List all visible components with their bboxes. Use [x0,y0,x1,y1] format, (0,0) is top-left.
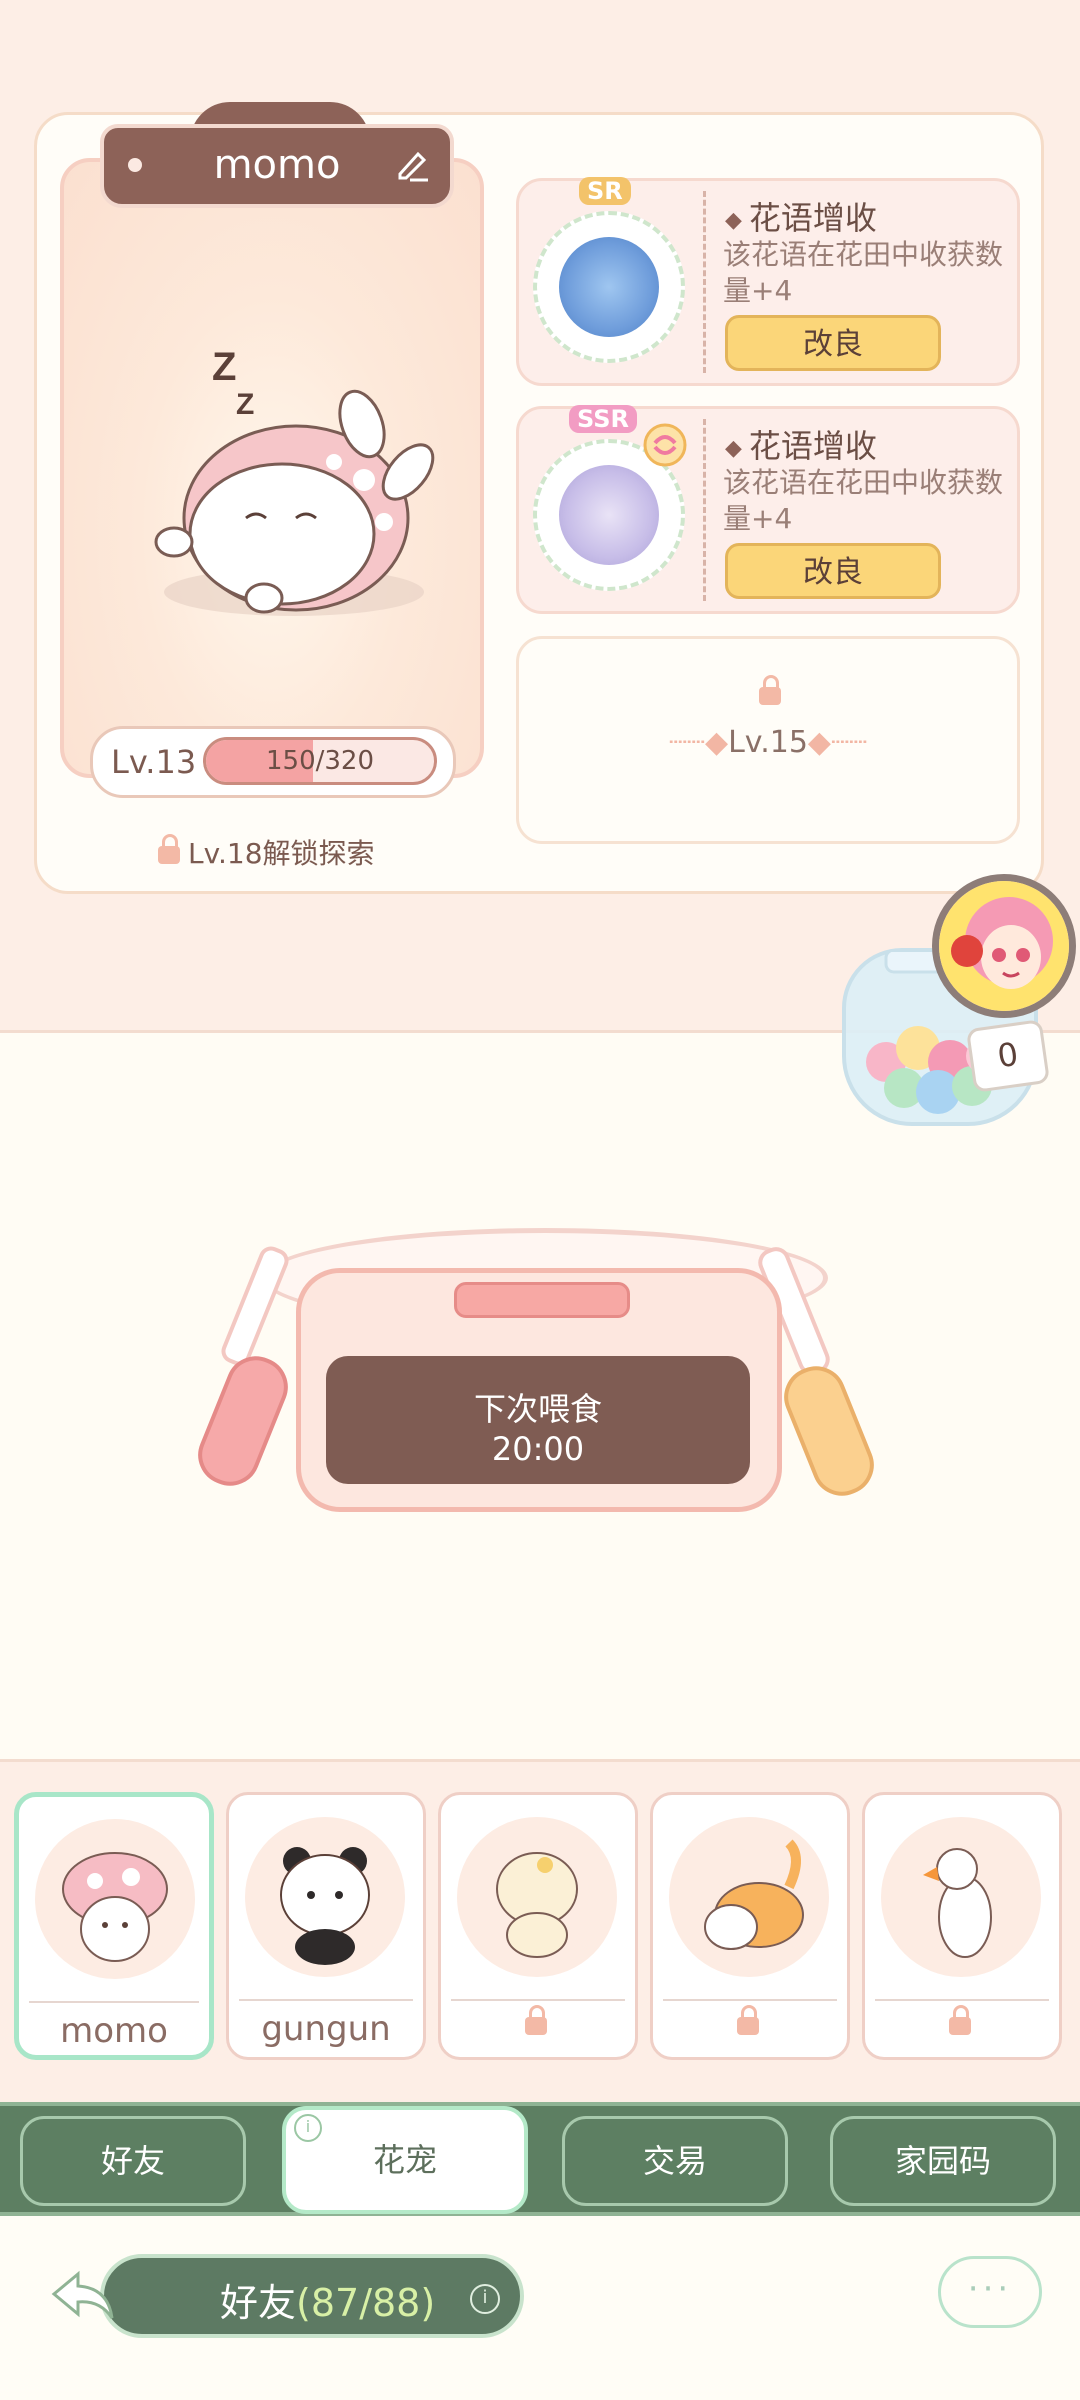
lock-icon [525,2005,547,2035]
friends-pill[interactable]: 好友(87/88) i [100,2254,524,2338]
improve-button[interactable]: 改良 [725,315,941,371]
skill-desc: 该花语在花田中收获数量+4 [723,466,1004,535]
xp-progress-track: 150/320 [203,737,437,785]
divider [703,191,706,373]
level-bar: Lv.13 150/320 [90,726,456,798]
ornament-left: ┈┈◆ [668,725,729,760]
skill-card-2: SSR 花语增收 该花语在花田中收获数量+4 改良 [516,405,1020,614]
tab-home-code[interactable]: 家园码 [830,2116,1056,2206]
slot-divider [451,1999,625,2001]
puppy-icon [496,1852,578,1958]
friends-text: 好友(87/88) [220,2272,435,2327]
name-plate: momo [100,124,454,208]
rarity-badge: SR [579,177,631,205]
next-feeding-label: 下次喂食 [473,1390,602,1428]
sleeping-pet-illustration: Z Z [154,345,435,616]
slot-divider [239,1999,413,2001]
pet-thumbnail [881,1817,1041,1977]
slot-divider [663,1999,837,2001]
lock-icon [949,2005,971,2035]
goose-icon [923,1848,992,1958]
pet-thumbnail [245,1817,405,1977]
info-icon[interactable]: i [294,2114,322,2142]
locked-skill-slot: ┈┈◆Lv.15◆┈┈ [516,636,1020,844]
svg-text:Z: Z [212,345,236,389]
tab-friends[interactable]: 好友 [20,2116,246,2206]
ornament-right: ◆┈┈ [807,725,868,760]
candy-count: 0 [965,1019,1051,1093]
tab-pets[interactable]: 花宠 i [282,2106,528,2214]
pet-level: Lv.13 [111,743,197,781]
explore-lock-hint: Lv.18解锁探索 [158,832,375,872]
mushroom-bunny-icon [62,1852,168,1962]
pet-thumbnail [457,1817,617,1977]
skill-card-1: SR 花语增收 该花语在花田中收获数量+4 改良 [516,177,1020,386]
more-options-button[interactable]: ··· [938,2256,1042,2328]
pet-slot-momo[interactable]: momo [14,1792,214,2060]
avatar-portrait-icon [939,881,1069,1011]
lock-icon [158,834,180,864]
hydrangea-icon [559,237,659,337]
feeding-panel: 下次喂食 20:00 [326,1356,750,1484]
player-avatar[interactable] [932,874,1076,1018]
skill-title: 花语增收 [725,421,877,467]
pet-thumbnail [35,1819,195,1979]
explore-lock-text: Lv.18解锁探索 [188,837,375,870]
back-arrow-icon[interactable] [48,2266,120,2326]
next-feeding-time: 20:00 [491,1430,585,1468]
locked-skill-level: ┈┈◆Lv.15◆┈┈ [519,725,1017,760]
xp-text: 150/320 [265,746,374,776]
pet-slot-gungun[interactable]: gungun [226,1792,426,2060]
locked-skill-label: Lv.15 [728,725,808,760]
svg-text:Z: Z [236,388,254,421]
slot-divider [875,1999,1049,2001]
info-icon[interactable]: i [470,2284,500,2314]
skill-title: 花语增收 [725,193,877,239]
friends-count: (87/88) [296,2281,436,2325]
lunchbox-handle [454,1282,630,1318]
pet-slot-name: momo [60,2011,168,2051]
unicorn-flower-icon [559,465,659,565]
pet-slot-locked-goose[interactable] [862,1792,1062,2060]
friends-label: 好友 [220,2281,297,2325]
edit-name-icon[interactable] [394,146,430,182]
pet-slot-locked-cat[interactable] [650,1792,850,2060]
rarity-badge: SSR [569,405,637,433]
skill-desc: 该花语在花田中收获数量+4 [723,238,1004,307]
panda-icon [280,1847,370,1965]
pet-slot-name: gungun [261,2009,391,2049]
tab-trade[interactable]: 交易 [562,2116,788,2206]
pet-slot-locked-puppy[interactable] [438,1792,638,2060]
lock-icon [759,675,781,705]
swap-icon[interactable] [643,423,687,467]
skill-orb [533,211,685,363]
tab-pets-label: 花宠 [372,2141,437,2179]
pet-thumbnail [669,1817,829,1977]
slot-divider [29,2001,199,2003]
divider [703,419,706,601]
lock-icon [737,2005,759,2035]
improve-button[interactable]: 改良 [725,543,941,599]
pet-portrait[interactable]: Z Z [60,158,484,778]
shiba-cat-icon [704,1839,804,1950]
